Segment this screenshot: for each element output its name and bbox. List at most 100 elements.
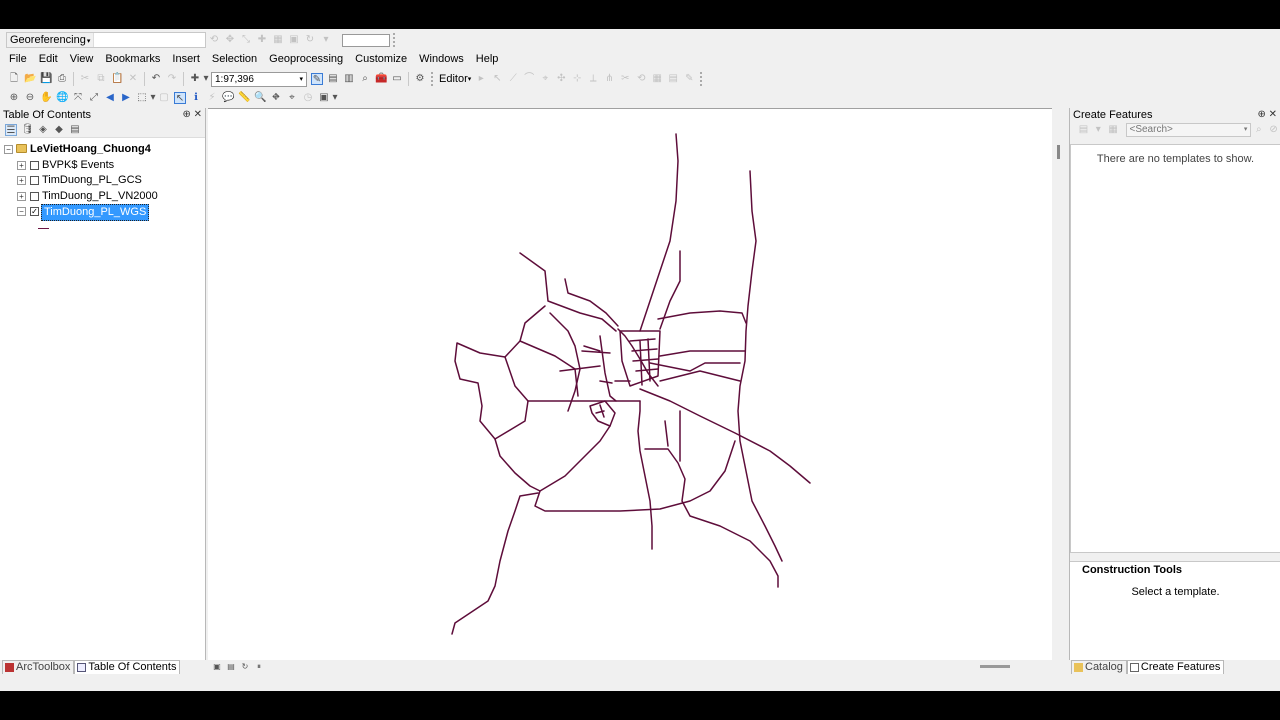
toolbar-grip-2[interactable] — [431, 72, 434, 86]
refresh-icon[interactable]: ↻ — [304, 34, 316, 46]
new-document-icon[interactable]: 🗋 — [8, 73, 20, 85]
menu-geoprocessing[interactable]: Geoprocessing — [263, 50, 349, 69]
fixed-zoom-out-icon[interactable]: ⤢ — [88, 92, 100, 104]
layer-symbol-row[interactable] — [0, 220, 205, 236]
toolbar-grip[interactable] — [393, 33, 396, 47]
scroll-thumb[interactable] — [1057, 145, 1060, 159]
list-by-selection-icon[interactable]: ◆ — [53, 124, 65, 136]
vertical-splitter[interactable] — [1054, 108, 1068, 660]
map-display[interactable] — [208, 108, 1052, 660]
list-by-visibility-icon[interactable]: ◈ — [37, 124, 49, 136]
expand-icon[interactable]: + — [17, 160, 26, 170]
cut-polygons-icon[interactable]: ⋔ — [603, 73, 615, 85]
search-icon[interactable]: ⌕ — [1253, 124, 1264, 136]
pin-icon[interactable]: ⊕ — [1257, 109, 1265, 120]
edit-tool-icon[interactable]: ▸ — [475, 73, 487, 85]
menu-edit[interactable]: Edit — [33, 50, 64, 69]
forward-extent-icon[interactable]: ▶ — [120, 92, 132, 104]
layout-view-icon[interactable]: ▤ — [226, 661, 236, 673]
attributes-icon[interactable]: ▦ — [651, 73, 663, 85]
arctoolbox-icon[interactable]: 🧰 — [375, 73, 387, 85]
edit-annotation-icon[interactable]: ↖ — [491, 73, 503, 85]
zoom-out-icon[interactable]: ⊖ — [24, 92, 36, 104]
clear-search-icon[interactable]: ⊘ — [1268, 124, 1279, 136]
close-icon[interactable]: ✕ — [1269, 109, 1277, 120]
editor-menu[interactable]: Editor ▾ — [439, 73, 471, 85]
collapse-icon[interactable]: − — [17, 207, 26, 216]
time-slider-icon[interactable]: ◷ — [302, 92, 314, 104]
full-extent-icon[interactable]: 🌐 — [56, 92, 68, 104]
save-icon[interactable]: 💾 — [40, 73, 52, 85]
pin-icon[interactable]: ⊕ — [182, 109, 190, 120]
clear-selection-icon[interactable]: ▢ — [158, 92, 170, 104]
find-route-icon[interactable]: ⛖ — [270, 92, 282, 104]
create-features-icon[interactable]: ✎ — [683, 73, 695, 85]
redo-icon[interactable]: ↷ — [166, 73, 178, 85]
endpoint-arc-icon[interactable]: ⌒ — [523, 73, 535, 85]
rotate-icon[interactable]: ⟲ — [208, 34, 220, 46]
layer-item-selected[interactable]: − ✓ TimDuong_PL_WGS — [0, 204, 205, 221]
fixed-zoom-in-icon[interactable]: ⤧ — [72, 92, 84, 104]
data-view-icon[interactable]: ▣ — [212, 661, 222, 673]
paste-icon[interactable]: 📋 — [111, 73, 123, 85]
layer-item[interactable]: + TimDuong_PL_GCS — [0, 173, 205, 189]
reshape-icon[interactable]: ⟂ — [587, 73, 599, 85]
viewer-icon[interactable]: ▣ — [288, 34, 300, 46]
menu-windows[interactable]: Windows — [413, 50, 470, 69]
cut-icon[interactable]: ✂ — [79, 73, 91, 85]
back-extent-icon[interactable]: ◀ — [104, 92, 116, 104]
select-elements-icon[interactable]: ↖ — [174, 92, 186, 104]
layer-visibility-checkbox[interactable] — [30, 160, 39, 170]
catalog-window-icon[interactable]: ▥ — [343, 73, 355, 85]
expand-icon[interactable]: + — [17, 176, 26, 185]
python-window-icon[interactable]: ▭ — [391, 73, 403, 85]
template-search-input[interactable]: <Search> ▾ — [1126, 123, 1252, 137]
add-data-icon[interactable]: ✚ — [189, 73, 201, 85]
pause-drawing-icon[interactable]: ⏸ — [254, 661, 264, 673]
go-to-xy-icon[interactable]: ⌖ — [286, 92, 298, 104]
collapse-icon[interactable]: − — [4, 145, 13, 154]
list-by-source-icon[interactable]: 🛢 — [21, 124, 34, 136]
map-scale-combobox[interactable]: 1:97,396 ▾ — [211, 71, 307, 87]
find-icon[interactable]: 🔍 — [254, 92, 266, 104]
split-icon[interactable]: ✂ — [619, 73, 631, 85]
georeferencing-dropdown[interactable]: Georeferencing▾ — [6, 32, 206, 48]
caret-icon[interactable]: ▾ — [320, 34, 332, 46]
edit-vertices-icon[interactable]: ⊹ — [571, 73, 583, 85]
list-by-drawing-order-icon[interactable]: ☰ — [5, 123, 17, 136]
select-features-icon[interactable]: ⬚ — [136, 92, 148, 104]
scale-icon[interactable]: ⤡ — [240, 34, 252, 46]
straight-segment-icon[interactable]: ⟋ — [507, 73, 519, 85]
layer-visibility-checkbox[interactable] — [30, 191, 39, 201]
template-properties-icon[interactable]: ▦ — [1108, 124, 1119, 136]
copy-icon[interactable]: ⧉ — [95, 73, 107, 85]
tab-table-of-contents[interactable]: Table Of Contents — [74, 660, 181, 674]
horizontal-scroll-thumb[interactable] — [980, 665, 1010, 668]
menu-help[interactable]: Help — [470, 50, 505, 69]
layer-item[interactable]: + TimDuong_PL_VN2000 — [0, 189, 205, 205]
search-window-icon[interactable]: ⌕ — [359, 73, 371, 85]
menu-view[interactable]: View — [64, 50, 100, 69]
trace-icon[interactable]: ⌖ — [539, 73, 551, 85]
measure-icon[interactable]: 📏 — [238, 92, 250, 104]
tab-arctoolbox[interactable]: ArcToolbox — [2, 660, 75, 674]
model-builder-icon[interactable]: ⚙ — [414, 73, 426, 85]
select-dropdown-icon[interactable]: ▾ — [150, 92, 156, 104]
menu-selection[interactable]: Selection — [206, 50, 263, 69]
add-data-dropdown-icon[interactable]: ▾ — [203, 73, 209, 85]
data-frame-node[interactable]: − LeVietHoang_Chuong4 — [0, 142, 205, 158]
refresh-view-icon[interactable]: ↻ — [240, 661, 250, 673]
layer-visibility-checkbox-checked[interactable]: ✓ — [30, 207, 39, 216]
expand-icon[interactable]: + — [17, 191, 26, 201]
open-folder-icon[interactable]: 📂 — [24, 73, 36, 85]
menu-insert[interactable]: Insert — [166, 50, 206, 69]
tab-catalog[interactable]: Catalog — [1071, 660, 1127, 674]
create-viewer-icon[interactable]: ▣ — [318, 92, 330, 104]
html-popup-icon[interactable]: 💬 — [222, 92, 234, 104]
toolbar-grip-3[interactable] — [700, 72, 703, 86]
layer-visibility-checkbox[interactable] — [30, 176, 39, 185]
tab-create-features[interactable]: Create Features — [1126, 660, 1225, 674]
templates-list[interactable]: There are no templates to show. — [1070, 144, 1280, 553]
identify-icon[interactable]: ℹ — [190, 92, 202, 104]
menu-bookmarks[interactable]: Bookmarks — [99, 50, 166, 69]
